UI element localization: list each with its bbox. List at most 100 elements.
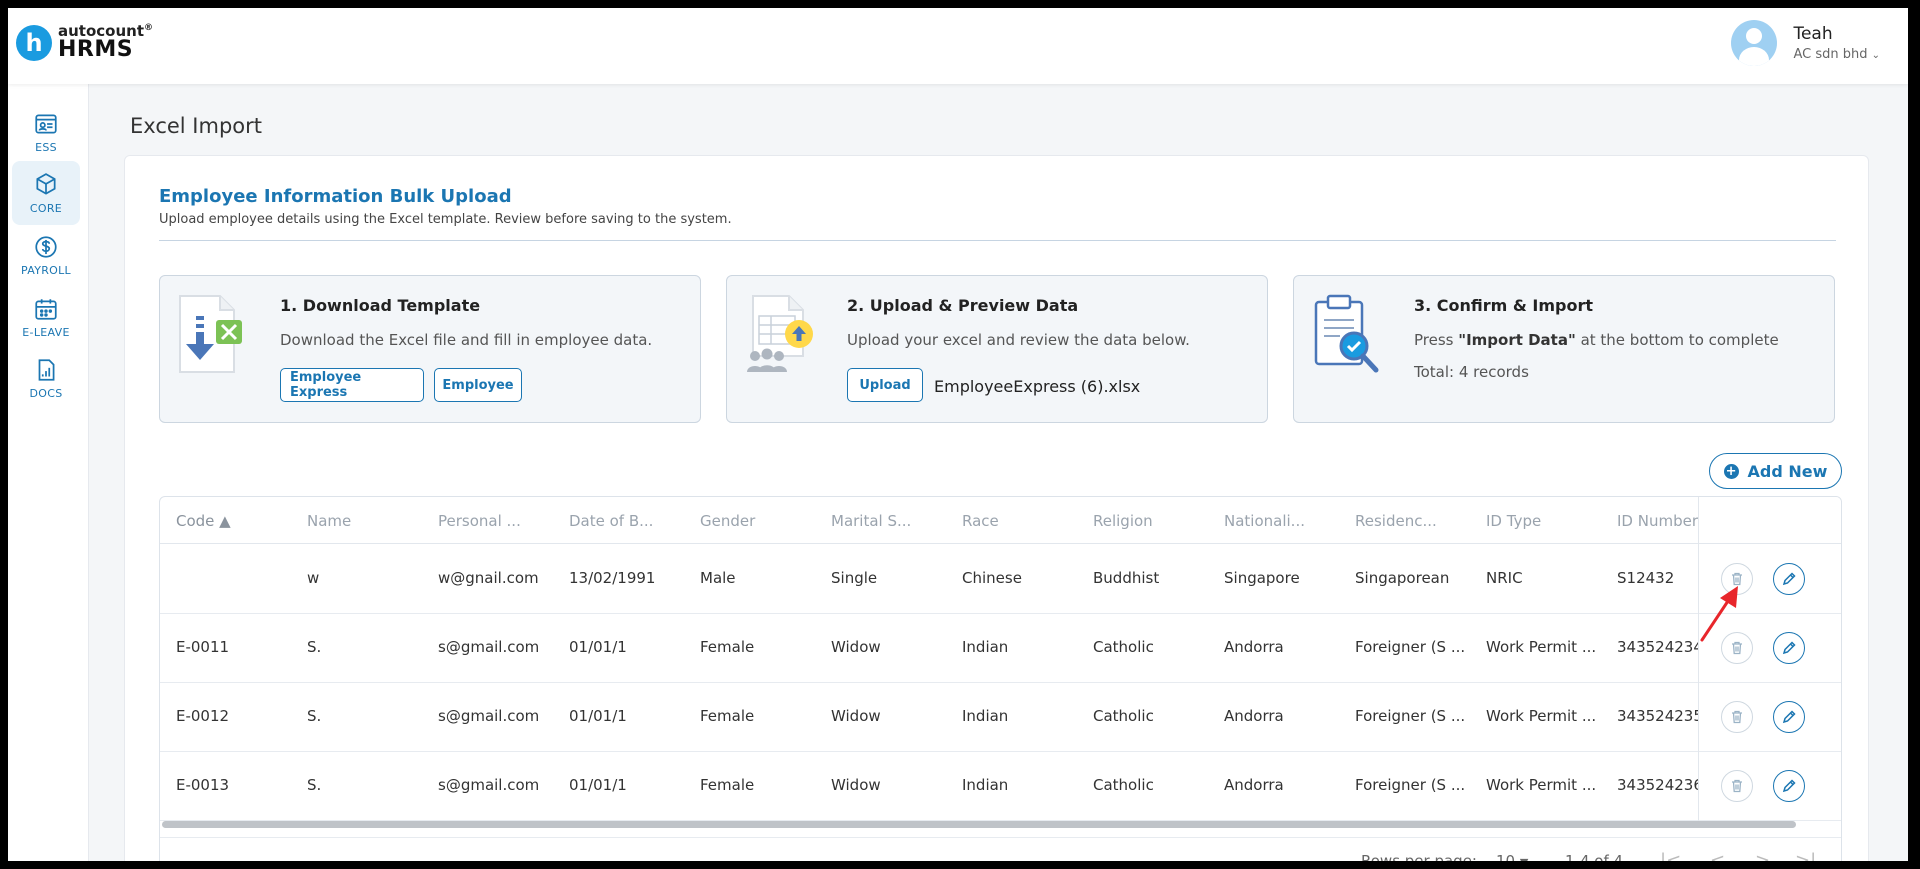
cell-race: Indian [962, 707, 1009, 725]
cell-marital-status: Widow [831, 638, 881, 656]
column-header-race[interactable]: Race [962, 512, 999, 530]
table-row[interactable]: E-0011 S. s@gmail.com 01/01/1 Female Widow Ind… [160, 614, 1841, 683]
cell-name: S. [307, 638, 322, 656]
clipboard-search-icon [1314, 294, 1379, 373]
dollar-icon [35, 235, 57, 258]
column-header-personal-email[interactable]: Personal ... [438, 512, 521, 530]
delete-row-button[interactable] [1721, 770, 1753, 802]
last-page-icon[interactable]: >| [1795, 850, 1816, 861]
sidebar-item-core[interactable]: CORE [12, 161, 80, 225]
table-row[interactable]: w w@gnail.com 13/02/1991 Male Single Chinese B… [160, 545, 1841, 614]
pencil-icon [1782, 710, 1796, 724]
first-page-icon[interactable]: |< [1660, 850, 1681, 861]
cube-icon [36, 172, 56, 195]
actions-row-divider [1699, 682, 1841, 683]
sidebar-item-payroll[interactable]: PAYROLL [12, 223, 80, 287]
pencil-icon [1782, 779, 1796, 793]
ess-icon [35, 113, 57, 134]
add-new-label: Add New [1747, 461, 1828, 481]
prev-page-icon[interactable]: < [1710, 850, 1725, 861]
actions-header-divider [1699, 543, 1841, 544]
step-title: 2. Upload & Preview Data [847, 296, 1079, 315]
cell-religion: Catholic [1093, 638, 1154, 656]
employee-preview-table: Code ▲ Name Personal ... Date of B... Ge… [159, 496, 1842, 861]
cell-residency: Singaporean [1355, 569, 1450, 587]
page-title: Excel Import [130, 114, 262, 138]
actions-row-divider [1699, 751, 1841, 752]
cell-id-number: 343524234 [1617, 638, 1703, 656]
avatar [1731, 20, 1778, 66]
sidebar-item-label: E-LEAVE [22, 325, 70, 339]
table-row[interactable]: E-0012 S. s@gmail.com 01/01/1 Female Widow Ind… [160, 683, 1841, 752]
cell-gender: Female [700, 707, 755, 725]
logo-bottom-text: HRMS [58, 37, 134, 62]
cell-id-number: 343524235 [1617, 707, 1703, 725]
user-name: Teah [1793, 24, 1833, 44]
edit-row-button[interactable] [1773, 770, 1805, 802]
user-menu[interactable]: Teah AC sdn bhd ⌄ [1731, 20, 1880, 66]
step-description: Press "Import Data" at the bottom to com… [1414, 331, 1779, 349]
edit-row-button[interactable] [1773, 563, 1805, 595]
bulk-upload-card: Employee Information Bulk Upload Upload … [124, 155, 1869, 861]
cell-religion: Buddhist [1093, 569, 1160, 587]
cell-personal-email: s@gmail.com [438, 707, 540, 725]
column-header-nationality[interactable]: Nationali... [1224, 512, 1305, 530]
cell-personal-email: s@gmail.com [438, 776, 540, 794]
sidebar-item-eleave[interactable]: E-LEAVE [12, 285, 80, 349]
edit-row-button[interactable] [1773, 701, 1805, 733]
horizontal-scrollbar[interactable] [162, 821, 1796, 828]
column-header-gender[interactable]: Gender [700, 512, 755, 530]
step-description: Upload your excel and review the data be… [847, 331, 1190, 349]
sidebar-item-docs[interactable]: DOCS [12, 346, 80, 410]
rows-per-page-label: Rows per page: [1361, 852, 1477, 861]
add-new-button[interactable]: + Add New [1709, 453, 1842, 489]
sidebar-item-label: DOCS [29, 386, 63, 400]
column-header-id-type[interactable]: ID Type [1486, 512, 1541, 530]
cell-id-number: S12432 [1617, 569, 1675, 587]
app-window: h autocount® HRMS Teah AC sdn bhd ⌄ ESS … [8, 8, 1908, 861]
logo-mark: h [16, 24, 52, 61]
employee-template-button[interactable]: Employee [434, 368, 522, 402]
column-header-residency[interactable]: Residenc... [1355, 512, 1437, 530]
upload-button[interactable]: Upload [847, 368, 923, 402]
employee-express-template-button[interactable]: Employee Express [280, 368, 424, 402]
cell-race: Indian [962, 776, 1009, 794]
sidebar-item-label: CORE [29, 201, 63, 215]
column-header-name[interactable]: Name [307, 512, 351, 530]
annotation-arrow-icon [1700, 586, 1738, 642]
cell-gender: Female [700, 776, 755, 794]
cell-date-of-birth: 01/01/1 [569, 707, 627, 725]
uploaded-file-name: EmployeeExpress (6).xlsx [934, 377, 1141, 396]
card-title: Employee Information Bulk Upload [159, 186, 512, 207]
column-header-id-number[interactable]: ID Number [1617, 512, 1698, 530]
trash-icon [1732, 710, 1742, 724]
cell-name: S. [307, 776, 322, 794]
column-header-marital-status[interactable]: Marital S... [831, 512, 911, 530]
cell-gender: Female [700, 638, 755, 656]
delete-row-button[interactable] [1721, 701, 1753, 733]
table-row[interactable]: E-0013 S. s@gmail.com 01/01/1 Female Widow Ind… [160, 752, 1841, 821]
card-subtitle: Upload employee details using the Excel … [159, 212, 732, 227]
sidebar-item-ess[interactable]: ESS [12, 100, 80, 164]
cell-marital-status: Widow [831, 707, 881, 725]
column-header-date-of-birth[interactable]: Date of B... [569, 512, 653, 530]
rows-per-page-select[interactable]: 10 ▼ [1496, 852, 1528, 861]
cell-code: E-0012 [176, 707, 230, 725]
column-header-code[interactable]: Code ▲ [176, 512, 231, 530]
cell-id-type: Work Permit ... [1486, 707, 1597, 725]
step-download-template: 1. Download Template Download the Excel … [159, 275, 701, 423]
cell-personal-email: s@gmail.com [438, 638, 540, 656]
cell-date-of-birth: 01/01/1 [569, 638, 627, 656]
cell-personal-email: w@gnail.com [438, 569, 539, 587]
cell-nationality: Andorra [1224, 776, 1284, 794]
column-header-religion[interactable]: Religion [1093, 512, 1153, 530]
cell-name: S. [307, 707, 322, 725]
edit-row-button[interactable] [1773, 632, 1805, 664]
next-page-icon[interactable]: > [1755, 850, 1770, 861]
cell-nationality: Singapore [1224, 569, 1300, 587]
logo[interactable]: h autocount® HRMS [16, 24, 153, 61]
cell-id-type: Work Permit ... [1486, 776, 1597, 794]
step-confirm-import: 3. Confirm & Import Press "Import Data" … [1293, 275, 1835, 423]
cell-residency: Foreigner (S ... [1355, 638, 1466, 656]
sidebar: ESS CORE PAYROLL E-LEAVE DOCS [8, 84, 89, 861]
